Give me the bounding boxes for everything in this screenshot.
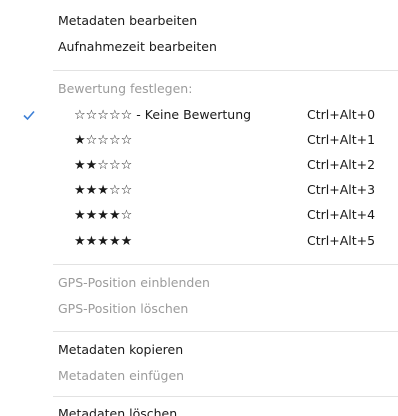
stars-icon: ★★★★☆: [74, 208, 133, 223]
menu-item-rating-0[interactable]: ☆☆☆☆☆ - Keine Bewertung Ctrl+Alt+0: [0, 103, 398, 127]
rating-label: ★☆☆☆☆: [74, 128, 132, 153]
menu-item-rating-4[interactable]: ★★★★☆ Ctrl+Alt+4: [0, 203, 398, 227]
menu-item-rating-3[interactable]: ★★★☆☆ Ctrl+Alt+3: [0, 178, 398, 202]
stars-icon: ★★★☆☆: [74, 183, 133, 198]
rating-label: ★★★★☆: [74, 203, 132, 228]
rating-label: ★★★★★: [74, 229, 132, 254]
menu-shortcut: Ctrl+Alt+1: [307, 132, 376, 147]
menu-item-label: GPS-Position einblenden: [58, 275, 210, 290]
menu-item-edit-capture-time[interactable]: Aufnahmezeit bearbeiten: [0, 35, 398, 59]
rating-suffix: - Keine Bewertung: [132, 107, 252, 122]
menu-item-edit-metadata[interactable]: Metadaten bearbeiten: [0, 9, 398, 33]
menu-item-label: Metadaten kopieren: [58, 342, 184, 357]
menu-item-delete-metadata[interactable]: Metadaten löschen: [0, 402, 398, 416]
menu-shortcut: Ctrl+Alt+3: [307, 182, 376, 197]
menu-separator: [53, 70, 398, 71]
menu-separator: [53, 264, 398, 265]
menu-shortcut: Ctrl+Alt+4: [307, 207, 376, 222]
menu-item-rating-1[interactable]: ★☆☆☆☆ Ctrl+Alt+1: [0, 128, 398, 152]
menu-item-label: Aufnahmezeit bearbeiten: [58, 39, 217, 54]
stars-icon: ★☆☆☆☆: [74, 133, 133, 148]
stars-icon: ★★☆☆☆: [74, 158, 133, 173]
stars-icon: ☆☆☆☆☆: [74, 108, 133, 123]
menu-item-copy-metadata[interactable]: Metadaten kopieren: [0, 338, 398, 362]
menu-item-label: Metadaten löschen: [58, 406, 178, 416]
stars-icon: ★★★★★: [74, 234, 133, 249]
menu-item-label: Metadaten einfügen: [58, 368, 185, 383]
context-menu: Metadaten bearbeiten Aufnahmezeit bearbe…: [0, 0, 398, 416]
menu-separator: [53, 396, 398, 397]
menu-item-rating-5[interactable]: ★★★★★ Ctrl+Alt+5: [0, 229, 398, 253]
menu-item-label: Metadaten bearbeiten: [58, 13, 198, 28]
menu-shortcut: Ctrl+Alt+0: [307, 107, 376, 122]
menu-item-paste-metadata[interactable]: Metadaten einfügen: [0, 364, 398, 388]
menu-shortcut: Ctrl+Alt+2: [307, 157, 376, 172]
checkmark-icon: [23, 110, 35, 121]
menu-item-rating-2[interactable]: ★★☆☆☆ Ctrl+Alt+2: [0, 153, 398, 177]
menu-item-show-gps[interactable]: GPS-Position einblenden: [0, 271, 398, 295]
menu-item-delete-gps[interactable]: GPS-Position löschen: [0, 297, 398, 321]
rating-label: ★★☆☆☆: [74, 153, 132, 178]
menu-item-label: GPS-Position löschen: [58, 301, 189, 316]
menu-shortcut: Ctrl+Alt+5: [307, 233, 376, 248]
menu-header-set-rating: Bewertung festlegen:: [0, 77, 398, 101]
menu-header-label: Bewertung festlegen:: [58, 81, 193, 96]
rating-label: ☆☆☆☆☆ - Keine Bewertung: [74, 103, 251, 128]
rating-label: ★★★☆☆: [74, 178, 132, 203]
menu-separator: [53, 331, 398, 332]
